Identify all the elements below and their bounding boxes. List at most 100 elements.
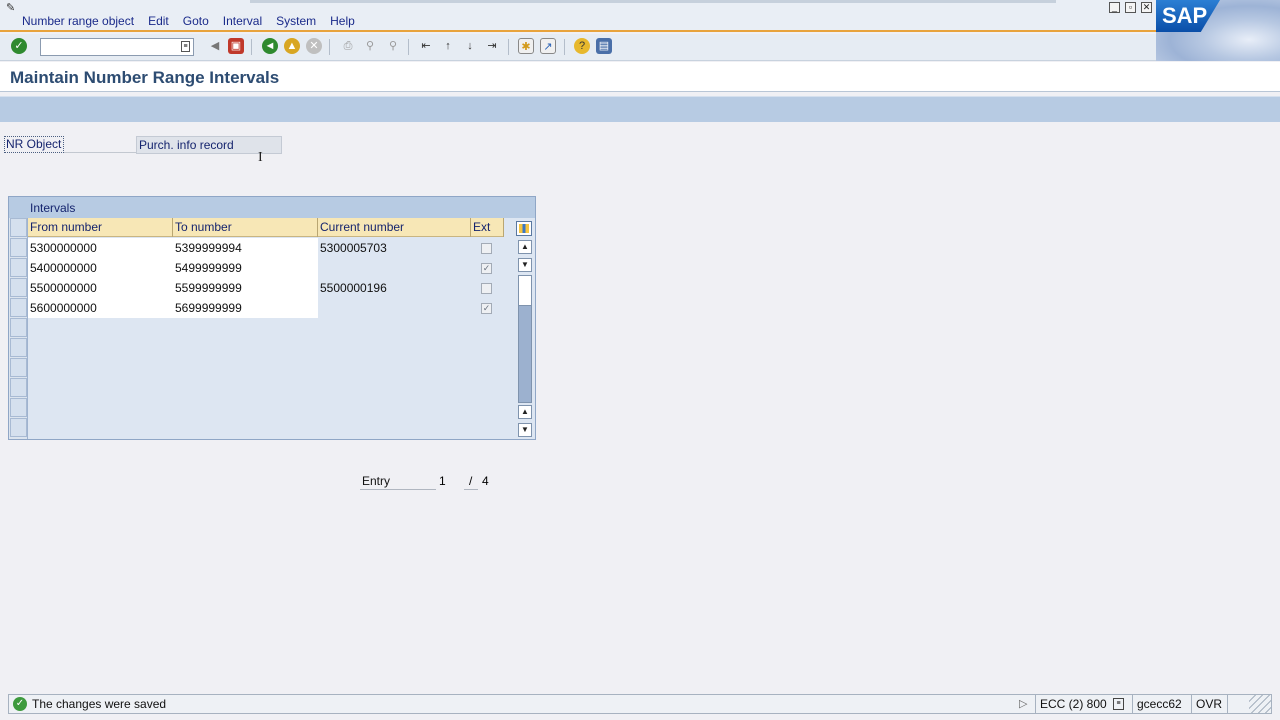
entry-separator: / [469,474,473,488]
ext-checkbox [481,283,492,294]
menu-goto[interactable]: Goto [183,14,209,28]
command-history-icon[interactable]: ≡ [181,41,190,52]
toolbar-separator [508,39,509,55]
row-selector[interactable] [10,238,27,257]
save-icon[interactable]: ▣ [228,38,244,54]
scroll-down-button[interactable]: ▼ [518,258,532,272]
scroll-page-down-button[interactable]: ▼ [518,423,532,437]
menu-edit[interactable]: Edit [148,14,169,28]
column-header-ext[interactable]: Ext [471,218,504,237]
table-title: Intervals [30,201,76,215]
table-header-row: From number To number Current number Ext [28,218,504,237]
to-number-cell[interactable]: 5699999999 [173,298,318,318]
last-page-icon[interactable]: ⇥ [484,38,500,54]
help-icon[interactable]: ? [574,38,590,54]
first-page-icon[interactable]: ⇤ [418,38,434,54]
select-all-button[interactable] [10,218,27,237]
menu-help[interactable]: Help [330,14,355,28]
application-toolbar [0,96,1280,122]
from-number-cell[interactable]: 5300000000 [28,238,173,258]
column-header-to-number[interactable]: To number [173,218,318,237]
menu-bar: ✎ Number range object Edit Goto Interval… [0,0,1280,32]
row-selector[interactable] [10,398,27,417]
customize-layout-icon[interactable]: ▤ [596,38,612,54]
close-icon[interactable]: ✕ [1141,2,1152,13]
table-settings-icon[interactable] [516,221,532,236]
to-number-cell[interactable]: 5399999994 [173,238,318,258]
success-icon: ✓ [13,697,27,711]
current-number-cell: 5300005703 [320,241,387,255]
back-icon[interactable]: ◄ [262,38,278,54]
menu-system[interactable]: System [276,14,316,28]
exit-icon[interactable]: ▲ [284,38,300,54]
server-name: gcecc62 [1132,695,1191,713]
resize-grip-icon[interactable] [1249,695,1271,713]
create-session-icon[interactable]: ✱ [518,38,534,54]
system-info-dropdown-icon[interactable]: ≡ [1113,698,1124,710]
toolbar-separator [329,39,330,55]
title-strip [250,0,1056,3]
row-selector[interactable] [10,258,27,277]
row-selector[interactable] [10,378,27,397]
menu-number-range-object[interactable]: Number range object [22,14,134,28]
table-row: 5300000000 5399999994 5300005703 [28,238,504,258]
field-divider [64,152,138,153]
ext-checkbox [481,243,492,254]
scrollbar-thumb[interactable] [519,276,531,306]
command-input[interactable] [41,39,179,55]
column-header-from-number[interactable]: From number [28,218,173,237]
system-menu-icon[interactable]: ✎ [6,1,20,14]
entry-current: 1 [439,474,446,488]
print-icon[interactable]: ⎙ [340,38,356,54]
row-selector[interactable] [10,278,27,297]
current-number-cell [318,258,471,278]
toolbar-separator [251,39,252,55]
row-selector[interactable] [10,318,27,337]
previous-page-icon[interactable]: ↑ [440,38,456,54]
column-header-current-number[interactable]: Current number [318,218,471,237]
status-expand-icon[interactable]: ▷ [1019,697,1027,710]
entry-label: Entry [362,474,391,488]
find-next-icon[interactable]: ⚲ [385,38,401,54]
find-icon[interactable]: ⚲ [362,38,378,54]
insert-mode[interactable]: OVR [1191,695,1227,713]
scroll-up-button[interactable]: ▲ [518,405,532,419]
table-title-bar: Intervals [9,197,535,218]
enter-icon[interactable]: ✓ [11,38,27,54]
minimize-icon[interactable]: _ [1109,2,1120,13]
restore-icon[interactable]: ▫ [1125,2,1136,13]
from-number-cell[interactable]: 5400000000 [28,258,173,278]
scrollbar-track[interactable] [518,275,532,403]
row-selector[interactable] [10,418,27,437]
text-cursor-icon: I [258,150,263,165]
sap-logo: SAP [1156,0,1280,61]
scroll-page-up-button[interactable]: ▲ [518,240,532,254]
from-number-cell[interactable]: 5600000000 [28,298,173,318]
sap-logo-text: SAP [1156,0,1220,32]
next-page-icon[interactable]: ↓ [462,38,478,54]
row-selector[interactable] [10,298,27,317]
to-number-cell[interactable]: 5599999999 [173,278,318,298]
from-number-cell[interactable]: 5500000000 [28,278,173,298]
command-field[interactable]: ≡ [40,38,194,56]
cancel-icon[interactable]: ✕ [306,38,322,54]
toolbar-separator [408,39,409,55]
entry-total: 4 [482,474,489,488]
table-row: 5500000000 5599999999 5500000196 [28,278,504,298]
shortcut-icon[interactable]: ↗ [540,38,556,54]
status-message[interactable]: The changes were saved [32,697,166,711]
row-selector[interactable] [10,338,27,357]
status-bar: ✓ The changes were saved ▷ ECC (2) 800 ≡… [8,694,1272,714]
ext-checkbox: ✓ [481,263,492,274]
row-selector[interactable] [10,358,27,377]
nr-object-label: NR Object [4,136,64,153]
menu-interval[interactable]: Interval [223,14,262,28]
table-row: 5600000000 5699999999 ✓ [28,298,504,318]
row-selector-column [9,218,28,439]
to-number-cell[interactable]: 5499999999 [173,258,318,278]
title-area: Maintain Number Range Intervals [0,62,1280,92]
vertical-scrollbar[interactable]: ▲ ▼ ▲ ▼ [516,238,532,440]
back-arrow-icon[interactable]: ◀ [207,38,223,54]
page-title: Maintain Number Range Intervals [10,68,280,87]
status-empty-field [1227,695,1251,713]
